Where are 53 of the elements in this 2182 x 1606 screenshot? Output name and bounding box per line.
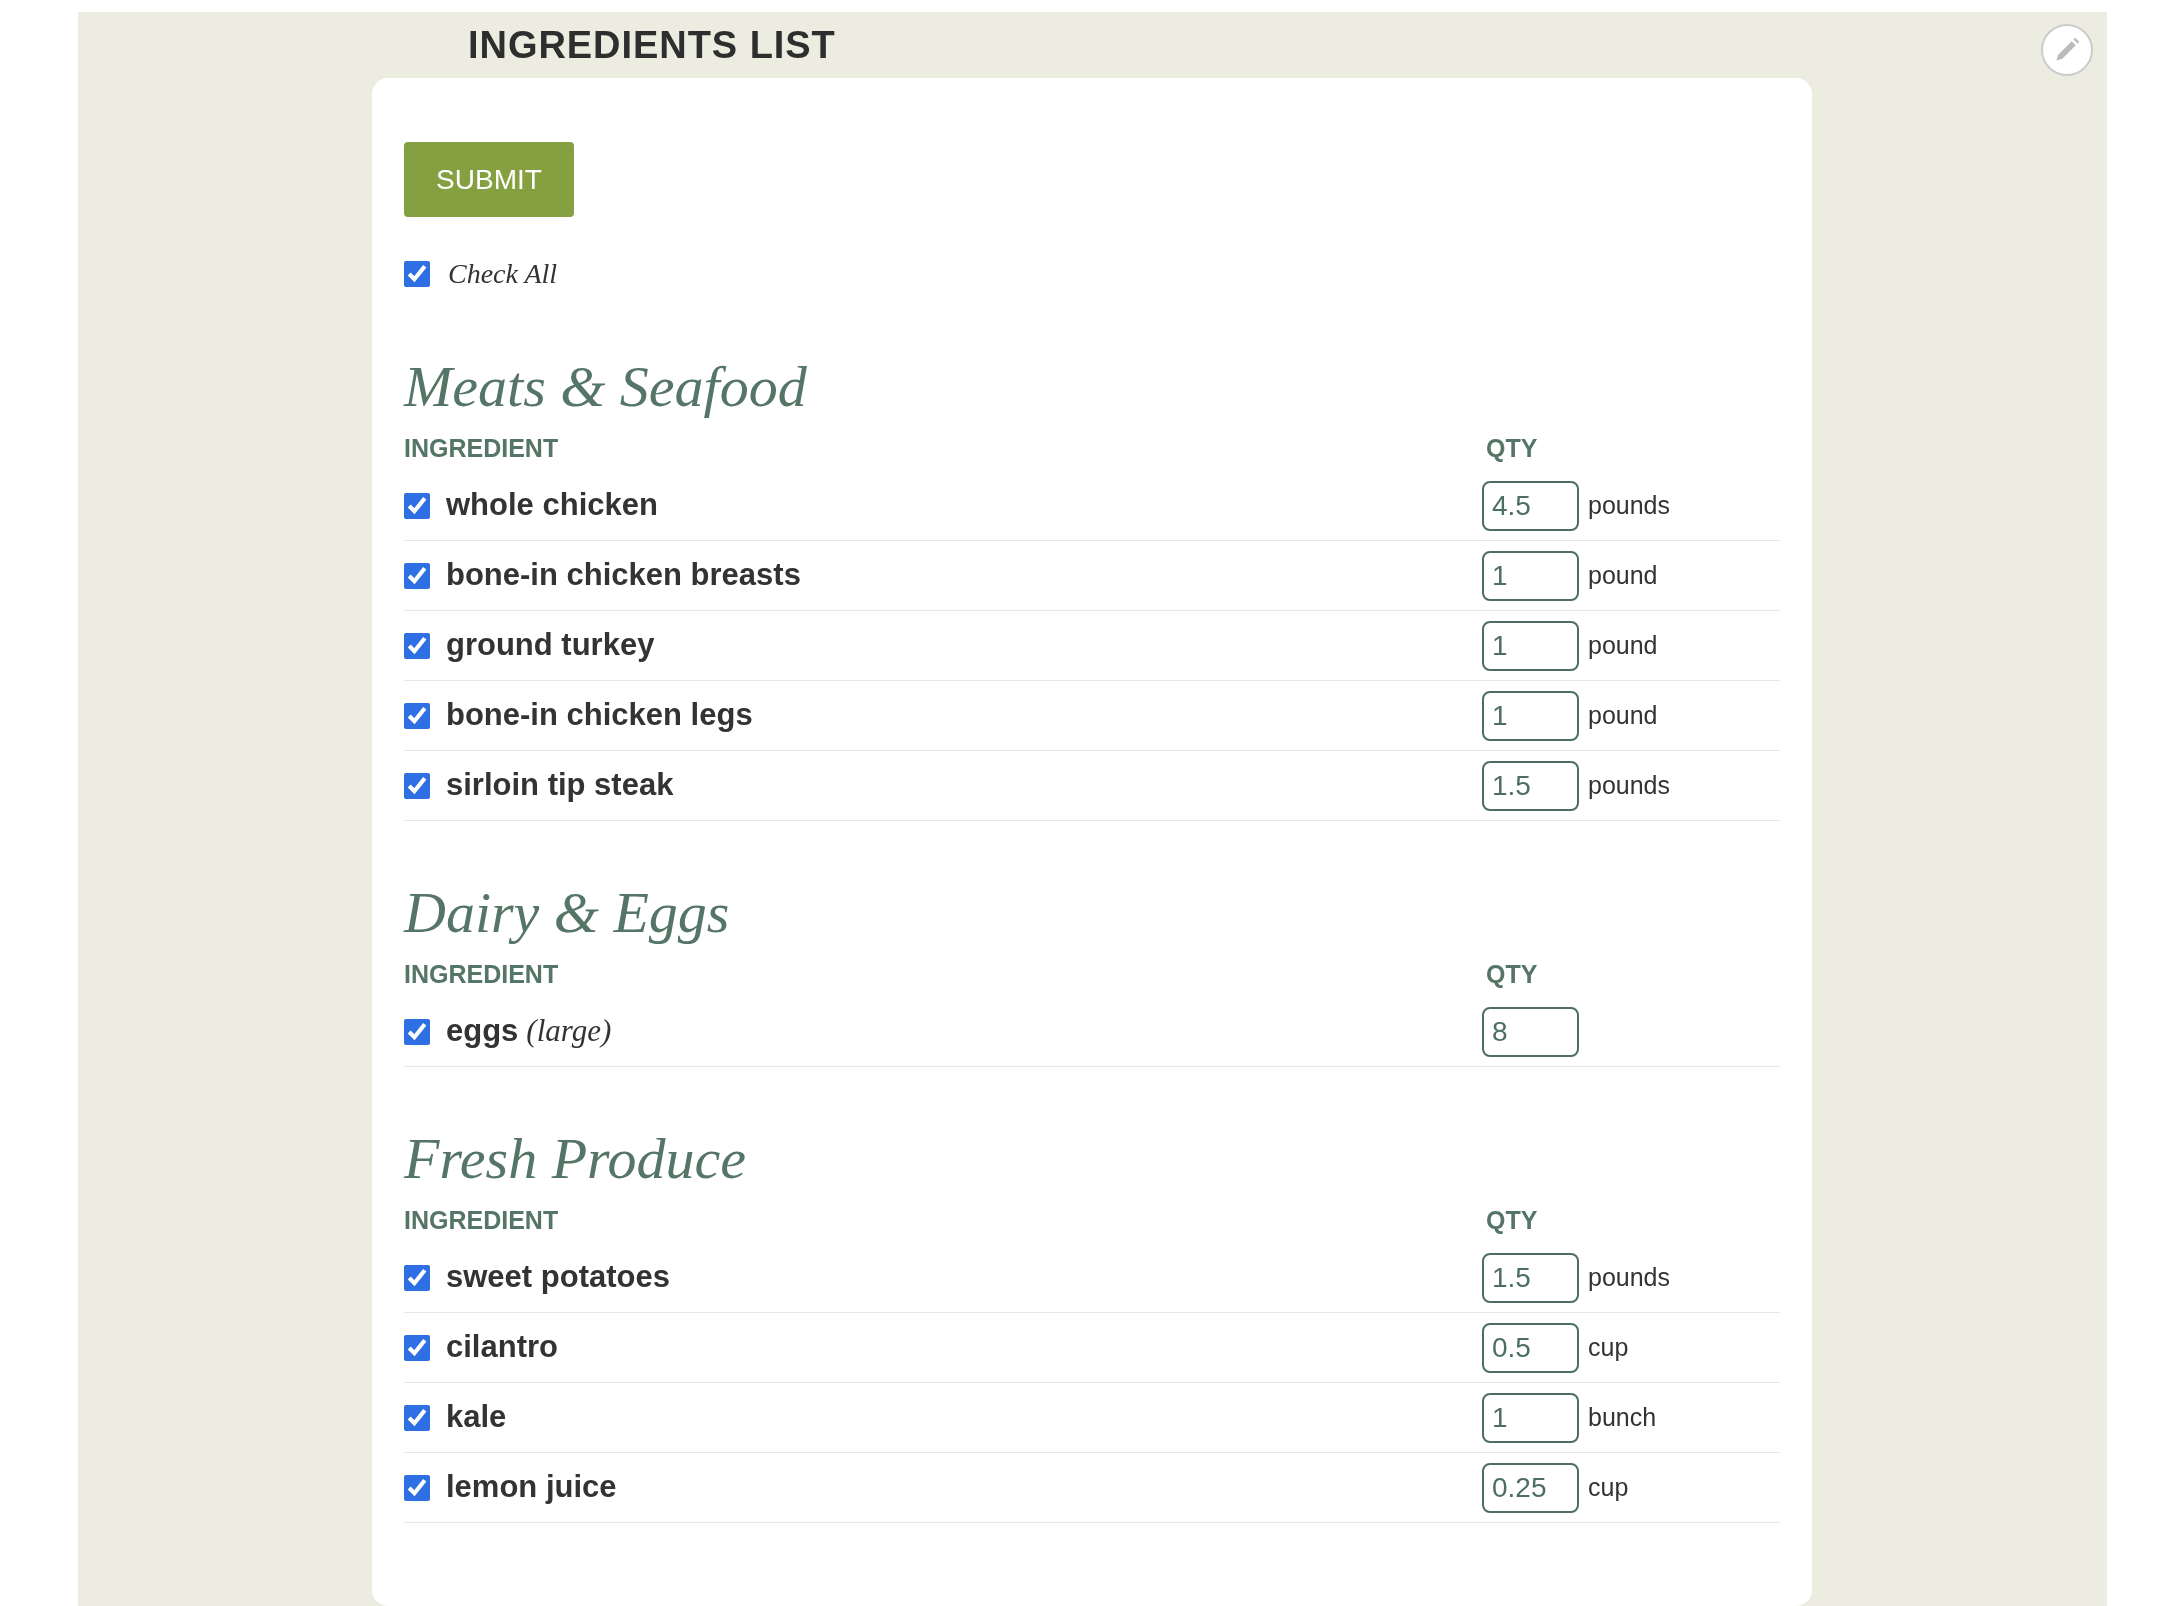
unit-label: pounds — [1588, 489, 1671, 521]
quantity-field[interactable]: 4.5 — [1482, 480, 1579, 531]
section-heading: Dairy & Eggs — [404, 879, 731, 947]
section-heading: Meats & Seafood — [404, 353, 808, 421]
ingredient-checkbox[interactable] — [404, 702, 430, 729]
quantity-field[interactable]: 1.5 — [1482, 1252, 1579, 1303]
ingredient-name: whole chicken — [446, 486, 658, 525]
ingredient-checkbox[interactable] — [404, 1474, 430, 1501]
section-heading: Fresh Produce — [404, 1125, 747, 1193]
quantity-field[interactable]: 0.25 — [1482, 1462, 1579, 1513]
quantity-field[interactable]: 8 — [1482, 1006, 1579, 1057]
submit-button[interactable]: SUBMIT — [404, 142, 574, 217]
unit-label: pound — [1588, 629, 1658, 661]
check-all-checkbox[interactable] — [404, 261, 430, 287]
ingredient-name: bone-in chicken breasts — [446, 556, 801, 595]
ingredient-checkbox[interactable] — [404, 562, 430, 589]
quantity-field[interactable]: 1 — [1482, 620, 1579, 671]
column-header: INGREDIENT — [404, 959, 560, 991]
column-header: QTY — [1485, 433, 1539, 465]
column-header: INGREDIENT — [404, 1205, 560, 1237]
ingredient-name: cilantro — [446, 1328, 558, 1367]
unit-label: cup — [1588, 1471, 1629, 1503]
unit-label: pound — [1588, 559, 1658, 591]
ingredient-checkbox[interactable] — [404, 1018, 430, 1045]
ingredient-name: lemon juice — [446, 1468, 617, 1507]
ingredient-checkbox[interactable] — [404, 1404, 430, 1431]
check-all-label: Check All — [448, 257, 558, 291]
quantity-field[interactable]: 1 — [1482, 1392, 1579, 1443]
ingredient-name: eggs — [446, 1012, 519, 1051]
ingredient-name: sirloin tip steak — [446, 766, 674, 805]
ingredient-note: (large) — [526, 1012, 612, 1051]
quantity-field[interactable]: 1 — [1482, 690, 1579, 741]
unit-label: bunch — [1588, 1401, 1657, 1433]
ingredient-name: kale — [446, 1398, 507, 1437]
unit-label: pounds — [1588, 769, 1671, 801]
unit-label: pounds — [1588, 1261, 1671, 1293]
unit-label: cup — [1588, 1331, 1629, 1363]
ingredient-checkbox[interactable] — [404, 1264, 430, 1291]
quantity-field[interactable]: 0.5 — [1482, 1322, 1579, 1373]
ingredient-name: sweet potatoes — [446, 1258, 670, 1297]
ingredient-checkbox[interactable] — [404, 772, 430, 799]
ingredient-name: bone-in chicken legs — [446, 696, 753, 735]
column-header: QTY — [1485, 959, 1539, 991]
column-header: QTY — [1485, 1205, 1539, 1237]
quantity-field[interactable]: 1.5 — [1482, 760, 1579, 811]
quantity-field[interactable]: 1 — [1482, 550, 1579, 601]
page-title: INGREDIENTS LIST — [468, 22, 836, 68]
unit-label: pound — [1588, 699, 1658, 731]
ingredient-checkbox[interactable] — [404, 492, 430, 519]
column-header: INGREDIENT — [404, 433, 560, 465]
ingredient-name: ground turkey — [446, 626, 655, 665]
ingredient-checkbox[interactable] — [404, 632, 430, 659]
ingredient-checkbox[interactable] — [404, 1334, 430, 1361]
